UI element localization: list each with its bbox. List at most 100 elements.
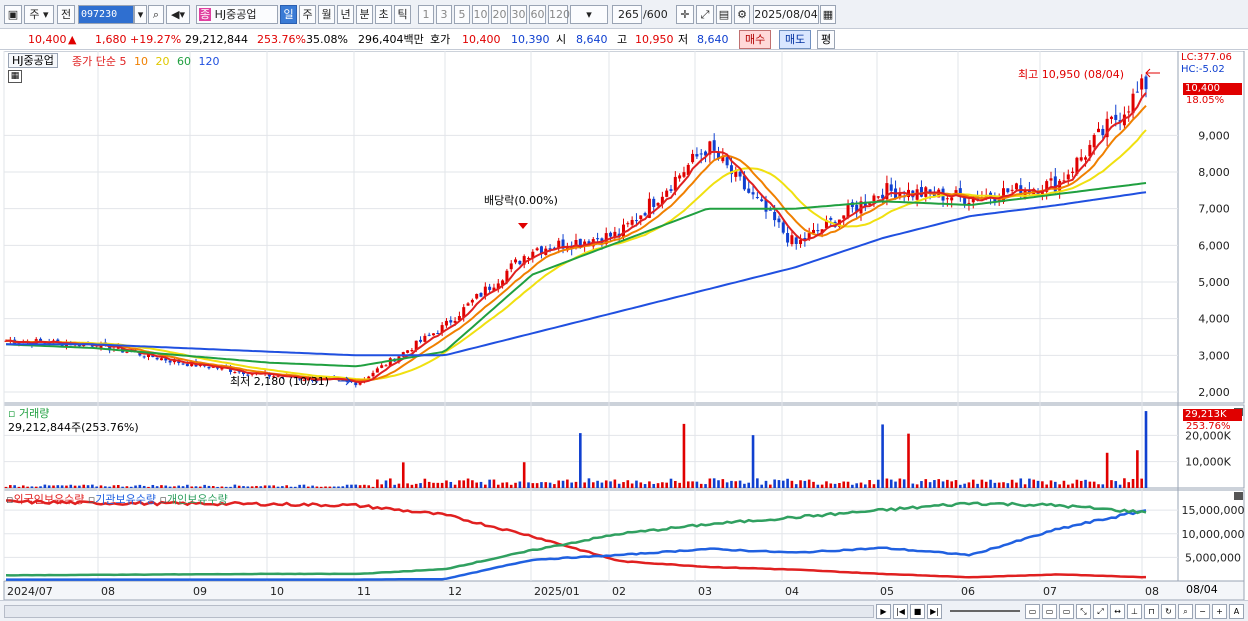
zoom-slider[interactable]: [950, 610, 1020, 612]
save-icon[interactable]: ▤: [716, 5, 732, 24]
x-tick-label: 2025/01: [534, 585, 580, 598]
font-size-icon[interactable]: A: [1229, 604, 1244, 619]
period-tab[interactable]: 초: [375, 5, 392, 24]
volume-bar: [691, 481, 694, 488]
draw-tool-icon[interactable]: ⤢: [696, 5, 714, 24]
holdings-legend[interactable]: ▫외국인보유수량 ▫기관보유수량 ▫개인보유수량: [6, 491, 228, 507]
interval-input[interactable]: ▾: [570, 5, 608, 24]
volume-bar: [518, 481, 522, 488]
volume-bar: [1075, 479, 1079, 488]
stock-name-field[interactable]: 종 HJ중공업: [196, 5, 278, 24]
count-input[interactable]: 265: [612, 5, 642, 24]
stock-code-input[interactable]: 097230: [78, 5, 134, 24]
volume-bar: [721, 479, 725, 488]
ask-price: 10,400: [462, 33, 501, 46]
sound-icon[interactable]: ◀▾: [166, 5, 190, 24]
period-tab[interactable]: 월: [318, 5, 335, 24]
interval-button[interactable]: 10: [472, 5, 489, 24]
volume-bar: [786, 478, 789, 488]
pin-icon[interactable]: ⊥: [1127, 604, 1142, 619]
volume-bar: [566, 479, 569, 488]
chart-area[interactable]: 2,000 3,000 4,000 5,000 6,000 7,000 8,000 9,000…: [0, 51, 1248, 600]
volume-bar: [142, 485, 146, 488]
volume-bar: [570, 482, 573, 488]
ma60-label: 60: [176, 55, 191, 68]
last-page-icon[interactable]: ▶|: [927, 604, 942, 619]
layout-b-icon[interactable]: ▭: [1042, 604, 1057, 619]
zoom-search-icon[interactable]: ⌕: [1178, 604, 1193, 619]
volume-bar: [967, 482, 971, 488]
interval-button[interactable]: 5: [454, 5, 470, 24]
candle-body: [1066, 174, 1070, 180]
volume-bar: [773, 479, 776, 488]
grid-toggle-icon[interactable]: ▦: [8, 70, 22, 83]
volume-bar: [496, 484, 500, 488]
layout-c-icon[interactable]: ▭: [1059, 604, 1074, 619]
interval-button[interactable]: 120: [548, 5, 570, 24]
period-tab[interactable]: 분: [356, 5, 373, 24]
volume-bar: [535, 483, 539, 488]
fit-icon[interactable]: ⤡: [1076, 604, 1091, 619]
buy-button[interactable]: 매수: [739, 30, 772, 49]
search-icon[interactable]: ⌕: [148, 5, 164, 24]
zoom-out-icon[interactable]: −: [1195, 604, 1210, 619]
volume-bar: [648, 481, 651, 488]
layout-a-icon[interactable]: ▭: [1025, 604, 1040, 619]
scroll-track[interactable]: [4, 605, 874, 618]
zoom-in-icon[interactable]: +: [1212, 604, 1227, 619]
crosshair-icon[interactable]: ✛: [676, 5, 694, 24]
volume-bar: [997, 482, 1001, 488]
volume-bar: [199, 486, 202, 488]
holdings-tick-label: 5,000,000: [1185, 551, 1241, 564]
date-input[interactable]: 2025/08/04: [753, 5, 819, 24]
candle-body: [125, 351, 129, 353]
volume-bar: [423, 478, 427, 488]
last-pct-tag: 18.05%: [1186, 95, 1225, 106]
lock-icon[interactable]: ⊓: [1144, 604, 1159, 619]
sell-button[interactable]: 매도: [779, 30, 812, 49]
interval-button[interactable]: 60: [529, 5, 546, 24]
calendar-icon[interactable]: ▦: [820, 5, 836, 24]
volume-bar: [963, 483, 966, 488]
interval-button[interactable]: 30: [510, 5, 527, 24]
period-tab[interactable]: 틱: [394, 5, 411, 24]
volume-bar: [1041, 481, 1044, 488]
candle-body: [760, 199, 764, 202]
scroll-left-icon[interactable]: ▶: [876, 604, 891, 619]
pan-icon[interactable]: ↔: [1110, 604, 1125, 619]
ma-legend[interactable]: 종가 단순 5 10 20 60 120: [72, 53, 219, 69]
volume-bar: [868, 480, 871, 488]
volume-bar: [47, 485, 51, 488]
volume-bar: [4, 486, 8, 488]
eval-button[interactable]: 평: [817, 30, 836, 49]
interval-button[interactable]: 1: [418, 5, 434, 24]
period-tab[interactable]: 년: [337, 5, 354, 24]
prev-button[interactable]: 전: [57, 5, 75, 24]
volume-bar: [129, 486, 133, 488]
candle-body: [626, 223, 630, 225]
type-select[interactable]: 주 ▾: [24, 5, 54, 24]
period-tab[interactable]: 주: [299, 5, 316, 24]
refresh-icon[interactable]: ↻: [1161, 604, 1176, 619]
volume-bar: [946, 479, 949, 488]
volume-bar: [950, 481, 953, 488]
interval-button[interactable]: 20: [491, 5, 508, 24]
volume-bar: [743, 483, 746, 488]
chart-layout-icon[interactable]: ▣: [4, 5, 22, 24]
stop-icon[interactable]: ■: [910, 604, 925, 619]
candle-body: [691, 153, 695, 163]
ma5-label: 5: [119, 55, 127, 68]
gear-icon[interactable]: ⚙: [734, 5, 750, 24]
volume-bar: [263, 485, 267, 488]
candle-body: [479, 292, 483, 297]
expand-icon[interactable]: ⤢: [1093, 604, 1108, 619]
candle-body: [652, 198, 656, 207]
price-pane-title[interactable]: HJ중공업: [8, 53, 58, 68]
period-tab[interactable]: 일: [280, 5, 297, 24]
code-dropdown-icon[interactable]: ▾: [134, 5, 147, 24]
candle-body: [380, 365, 384, 368]
first-page-icon[interactable]: |◀: [893, 604, 908, 619]
hoga-label: 호가: [430, 33, 451, 46]
volume-bar: [881, 424, 884, 488]
interval-button[interactable]: 3: [436, 5, 452, 24]
